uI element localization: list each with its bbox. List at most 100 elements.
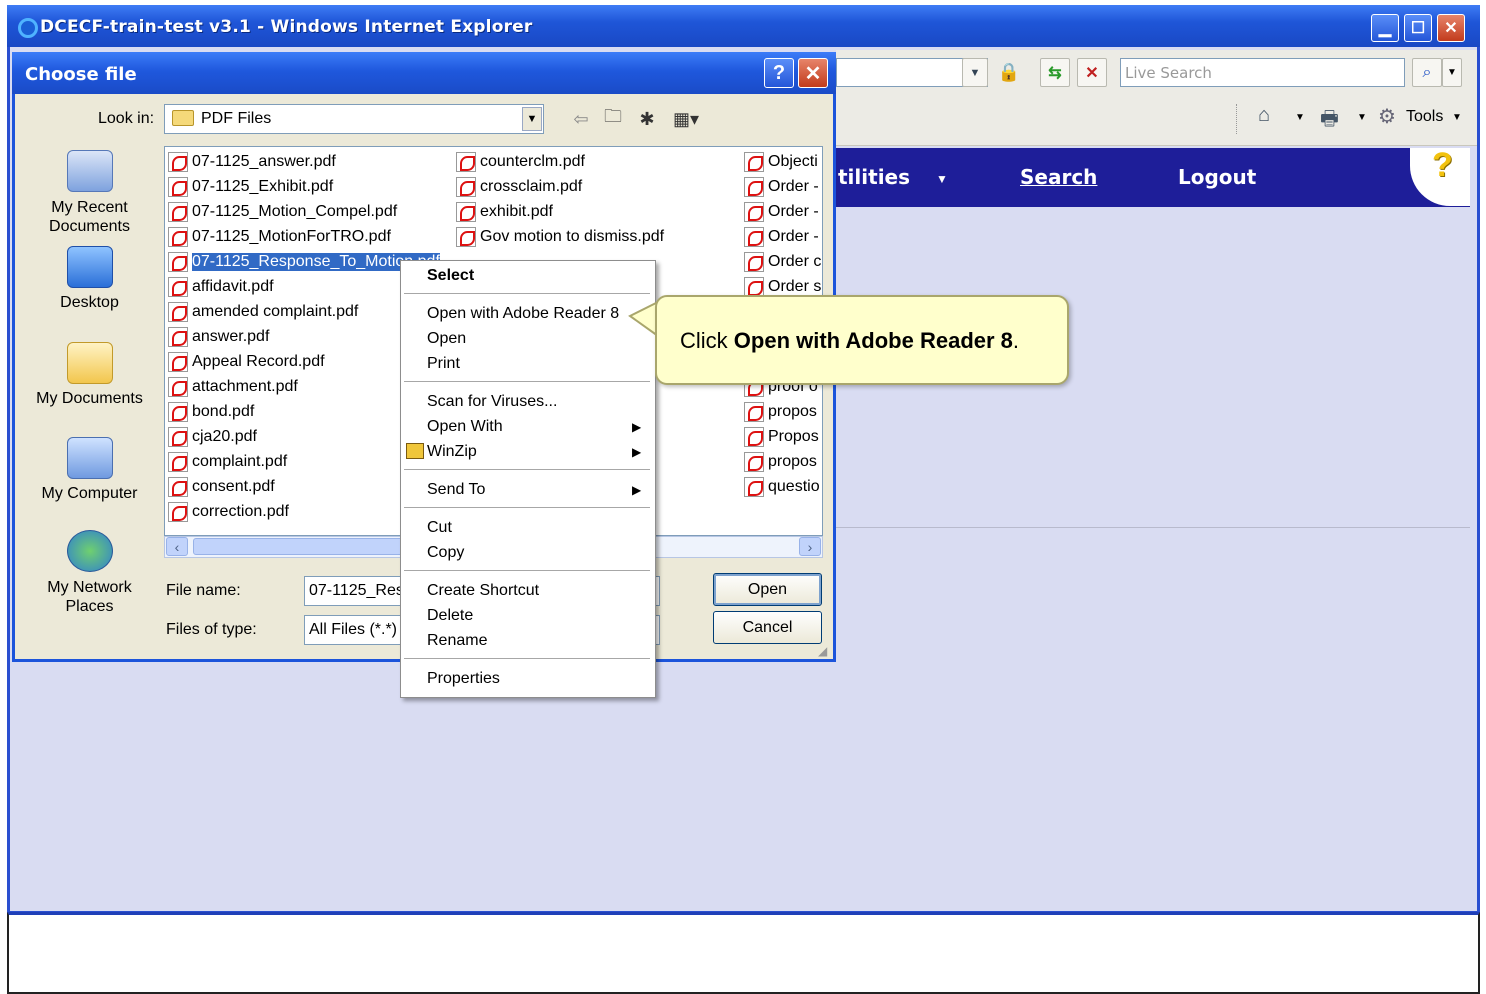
place-my-recent-documents[interactable]: My Recent Documents	[32, 150, 147, 236]
lock-icon[interactable]: 🔒	[994, 58, 1024, 87]
search-options-button[interactable]: ▼	[1442, 58, 1462, 87]
dialog-help-button[interactable]: ?	[764, 58, 794, 88]
tools-menu[interactable]: Tools	[1406, 108, 1443, 126]
minimize-button[interactable]: ▁	[1371, 14, 1399, 42]
menu-item-send-to[interactable]: Send To	[427, 481, 485, 499]
refresh-button[interactable]: ⇆	[1040, 58, 1070, 87]
chevron-down-icon[interactable]: ▼	[1357, 112, 1367, 123]
place-my-network-places[interactable]: My Network Places	[32, 530, 147, 616]
submenu-arrow-icon: ▶	[632, 445, 642, 459]
stop-button[interactable]: ✕	[1077, 58, 1107, 87]
file-item[interactable]: 07-1125_Motion_Compel.pdf	[168, 200, 397, 224]
home-icon[interactable]: ⌂	[1258, 104, 1270, 127]
menu-item-rename[interactable]: Rename	[427, 632, 487, 650]
menu-item-open[interactable]: Open	[427, 330, 466, 348]
menu-item-winzip[interactable]: WinZip	[427, 443, 477, 461]
file-item[interactable]: Objecti	[744, 150, 822, 174]
file-item[interactable]: correction.pdf	[168, 500, 289, 524]
chevron-down-icon: ▼	[1447, 67, 1457, 78]
pdf-icon	[168, 502, 188, 522]
maximize-button[interactable]: ☐	[1404, 14, 1432, 42]
search-button[interactable]: ⌕	[1412, 58, 1442, 87]
file-item[interactable]: cja20.pdf	[168, 425, 257, 449]
file-item[interactable]: consent.pdf	[168, 475, 275, 499]
file-item[interactable]: 07-1125_answer.pdf	[168, 150, 336, 174]
place-label: My Recent Documents	[49, 199, 130, 235]
file-item[interactable]: counterclm.pdf	[456, 150, 585, 174]
look-in-select[interactable]: PDF Files	[164, 104, 544, 134]
gear-icon[interactable]: ⚙	[1378, 104, 1396, 129]
scroll-left-button[interactable]: ‹	[166, 537, 188, 556]
file-item[interactable]: answer.pdf	[168, 325, 269, 349]
menu-item-print[interactable]: Print	[427, 355, 460, 373]
cancel-button[interactable]: Cancel	[713, 611, 822, 644]
address-dropdown-button[interactable]: ▼	[962, 58, 988, 87]
file-item[interactable]: Order -	[744, 175, 822, 199]
live-search-input[interactable]: Live Search	[1120, 58, 1405, 87]
print-icon[interactable]: 🖶	[1320, 104, 1339, 138]
file-item[interactable]: 07-1125_MotionForTRO.pdf	[168, 225, 391, 249]
nav-utilities[interactable]: tilities	[838, 165, 910, 189]
view-menu-button[interactable]: ▦▾	[666, 106, 706, 132]
file-item[interactable]: complaint.pdf	[168, 450, 287, 474]
resize-grip-icon[interactable]: ◢	[818, 644, 827, 658]
file-item[interactable]: propos	[744, 400, 822, 424]
file-item[interactable]: crossclaim.pdf	[456, 175, 582, 199]
file-item[interactable]: bond.pdf	[168, 400, 254, 424]
file-item[interactable]: affidavit.pdf	[168, 275, 274, 299]
nav-search[interactable]: Search	[1020, 165, 1097, 189]
file-item[interactable]: Gov motion to dismiss.pdf	[456, 225, 664, 249]
place-label: My Network Places	[47, 579, 132, 615]
menu-item-open-with[interactable]: Open With	[427, 418, 503, 436]
chevron-down-icon[interactable]: ▼	[1295, 112, 1305, 123]
menu-item-delete[interactable]: Delete	[427, 607, 473, 625]
pdf-icon	[744, 427, 764, 447]
file-item[interactable]: 07-1125_Exhibit.pdf	[168, 175, 333, 199]
menu-item-scan-for-viruses[interactable]: Scan for Viruses...	[427, 393, 557, 411]
back-button[interactable]: ⇦	[566, 106, 596, 132]
open-button[interactable]: Open	[713, 573, 822, 606]
nav-logout[interactable]: Logout	[1178, 165, 1256, 189]
menu-item-select[interactable]: Select	[427, 267, 474, 285]
place-label: Desktop	[60, 294, 119, 311]
menu-item-cut[interactable]: Cut	[427, 519, 452, 537]
file-name: Order -	[768, 228, 819, 245]
menu-item-create-shortcut[interactable]: Create Shortcut	[427, 582, 539, 600]
place-desktop[interactable]: Desktop	[32, 246, 147, 312]
file-item[interactable]: exhibit.pdf	[456, 200, 553, 224]
file-item[interactable]: Order -	[744, 200, 822, 224]
question-icon: ?	[772, 61, 786, 84]
pdf-icon	[168, 202, 188, 222]
menu-item-open-with-adobe-reader[interactable]: Open with Adobe Reader 8	[427, 305, 619, 323]
file-name: amended complaint.pdf	[192, 303, 359, 320]
place-my-documents[interactable]: My Documents	[32, 342, 147, 408]
menu-separator	[404, 658, 650, 659]
file-name: propos	[768, 403, 817, 420]
chevron-down-icon[interactable]: ▼	[1452, 112, 1462, 123]
file-name: affidavit.pdf	[192, 278, 274, 295]
file-item[interactable]: attachment.pdf	[168, 375, 298, 399]
maximize-icon: ☐	[1410, 20, 1426, 37]
file-item[interactable]: Appeal Record.pdf	[168, 350, 325, 374]
menu-item-properties[interactable]: Properties	[427, 670, 500, 688]
file-item[interactable]: Propos	[744, 425, 822, 449]
pdf-icon	[744, 177, 764, 197]
dialog-close-button[interactable]: ✕	[798, 58, 828, 88]
ie-close-button[interactable]: ✕	[1437, 14, 1465, 42]
pdf-icon	[168, 277, 188, 297]
status-area	[7, 912, 1480, 994]
scrollbar-thumb[interactable]	[193, 538, 433, 555]
file-item[interactable]: questio	[744, 475, 822, 499]
file-item[interactable]: propos	[744, 450, 822, 474]
file-item[interactable]: Order c	[744, 250, 822, 274]
file-item[interactable]: Order -	[744, 225, 822, 249]
up-folder-button[interactable]: 🗀	[598, 106, 628, 132]
scroll-right-button[interactable]: ›	[799, 537, 821, 556]
menu-item-copy[interactable]: Copy	[427, 544, 464, 562]
place-my-computer[interactable]: My Computer	[32, 437, 147, 503]
help-icon[interactable]: ?	[1432, 146, 1453, 185]
look-in-dropdown-button[interactable]: ▼	[522, 107, 542, 131]
new-folder-button[interactable]: ✱	[632, 106, 662, 132]
chevron-down-icon[interactable]: ▼	[936, 172, 948, 186]
file-item[interactable]: amended complaint.pdf	[168, 300, 358, 324]
